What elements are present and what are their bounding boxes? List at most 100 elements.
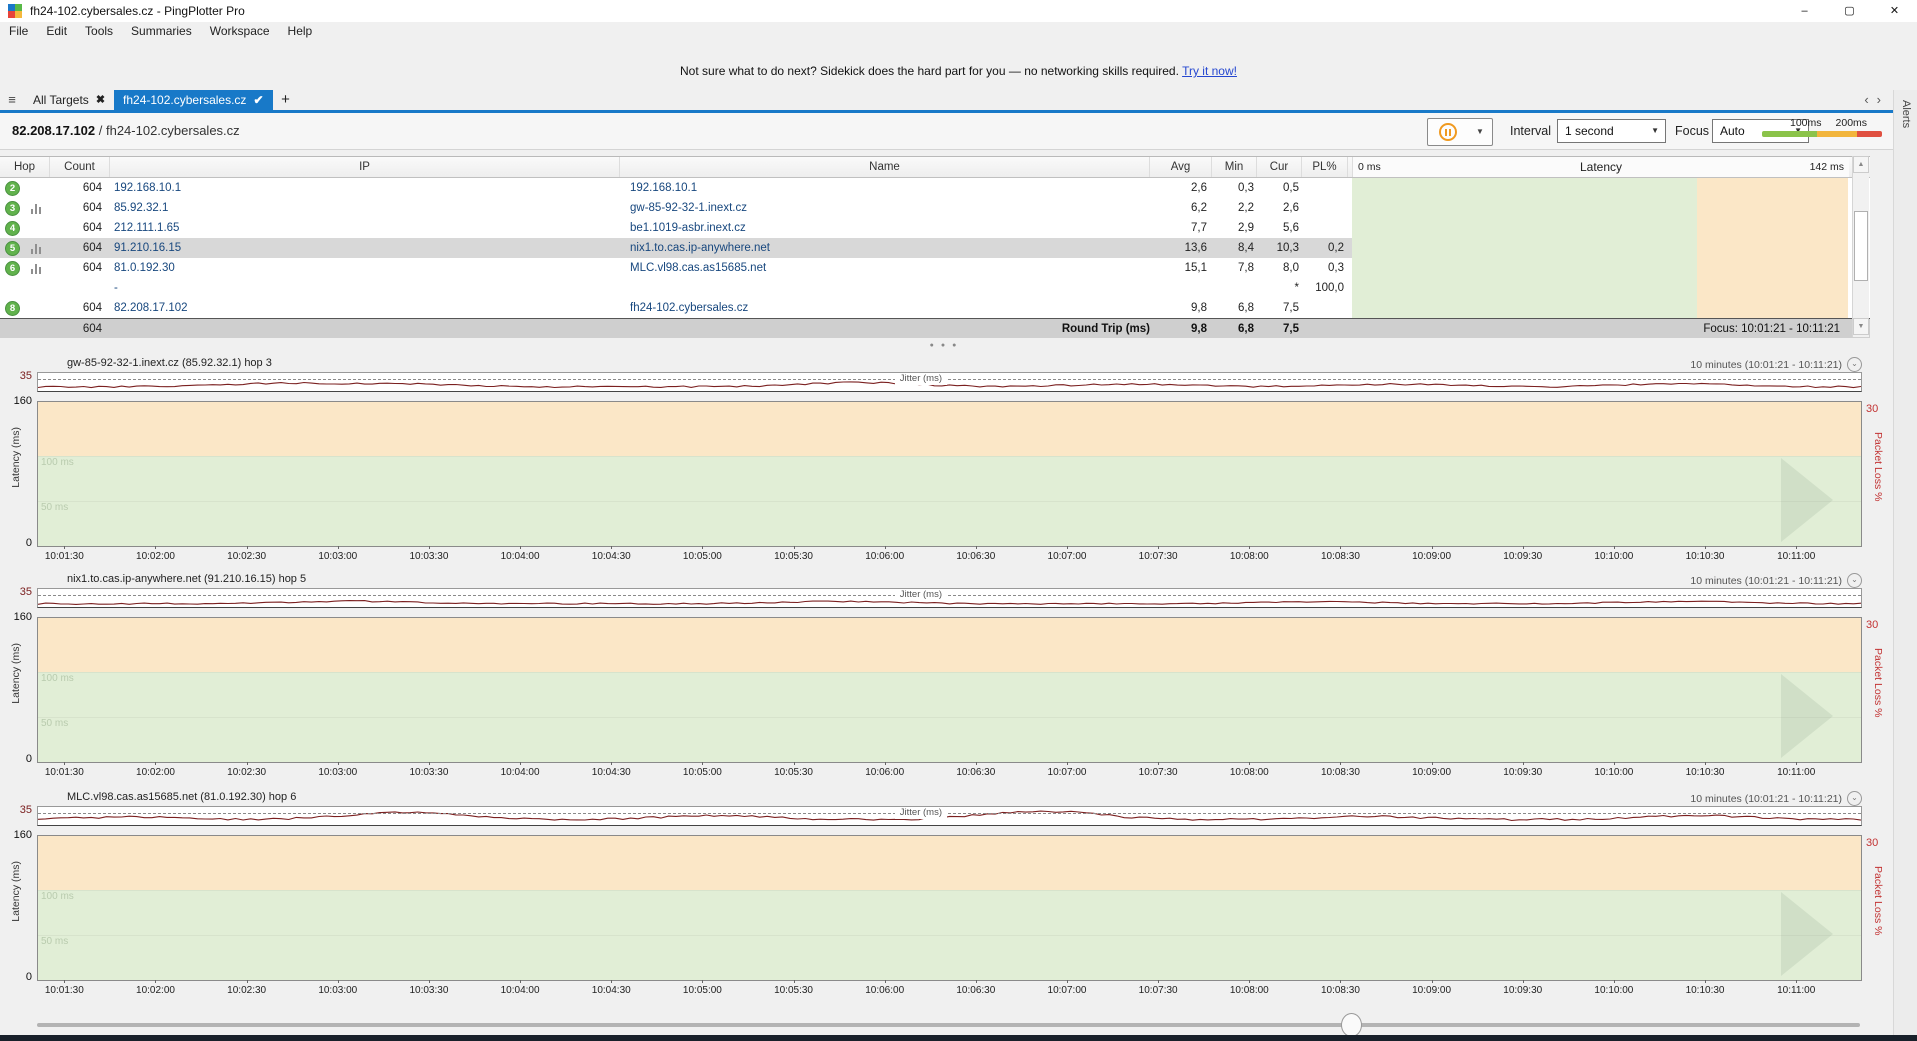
jitter-max-label: 35 <box>8 370 32 382</box>
latency-plot[interactable]: 100 ms 50 ms <box>37 835 1862 981</box>
time-tick-mark <box>611 980 612 983</box>
time-tick-mark <box>1432 980 1433 983</box>
count-cell: 604 <box>50 178 102 198</box>
jitter-trace-svg <box>38 807 1861 825</box>
alerts-sidebar[interactable]: Alerts <box>1893 90 1917 1041</box>
time-tick-mark <box>247 980 248 983</box>
pause-icon <box>1439 123 1457 141</box>
histogram-icon[interactable] <box>30 203 44 214</box>
timeline-scrollbar-track[interactable] <box>37 1023 1860 1027</box>
menu-edit[interactable]: Edit <box>37 22 76 40</box>
add-tab-button[interactable]: + <box>273 90 299 110</box>
header-name[interactable]: Name <box>620 157 1150 177</box>
menu-file[interactable]: File <box>0 22 37 40</box>
minimize-button[interactable]: – <box>1782 0 1827 22</box>
latency-min-label: 0 <box>8 537 32 549</box>
watermark-arrow-icon <box>1781 458 1833 542</box>
time-tick-label: 10:02:30 <box>227 767 266 778</box>
cur-cell: 0,5 <box>1259 178 1299 198</box>
header-hop[interactable]: Hop <box>0 157 50 177</box>
avg-cell: 9,8 <box>1150 298 1207 318</box>
target-address: 82.208.17.102 / fh24-102.cybersales.cz <box>12 113 240 149</box>
chevron-down-icon: ⌄ <box>1847 357 1862 372</box>
jitter-axis-label: Jitter (ms) <box>895 807 947 819</box>
time-tick-label: 10:02:30 <box>227 551 266 562</box>
close-button[interactable]: ✕ <box>1872 0 1917 22</box>
menu-help[interactable]: Help <box>279 22 322 40</box>
time-tick-label: 10:01:30 <box>45 551 84 562</box>
time-tick-mark <box>1249 762 1250 765</box>
scroll-left-icon[interactable]: ‹ <box>1864 92 1876 107</box>
gridline-50ms <box>38 935 1861 936</box>
histogram-icon[interactable] <box>30 243 44 254</box>
check-icon: ✔ <box>253 90 263 110</box>
count-cell: 604 <box>50 218 102 238</box>
gridline-100ms <box>38 672 1861 673</box>
time-tick-label: 10:02:00 <box>136 985 175 996</box>
pause-button[interactable] <box>1427 118 1469 146</box>
tab-all-targets[interactable]: All Targets ✖ <box>24 90 114 110</box>
hop-badge: 2 <box>5 181 20 196</box>
ip-cell: 192.168.10.1 <box>114 178 594 198</box>
footer-count: 604 <box>50 319 102 339</box>
histogram-icon[interactable] <box>30 263 44 274</box>
header-cur[interactable]: Cur <box>1257 157 1302 177</box>
table-vertical-scrollbar[interactable]: ▲ ▼ <box>1852 156 1869 337</box>
time-tick-mark <box>520 546 521 549</box>
scroll-right-icon[interactable]: › <box>1877 92 1889 107</box>
header-pl[interactable]: PL% <box>1302 157 1348 177</box>
bottom-edge <box>0 1035 1917 1041</box>
time-axis: 10:01:3010:02:0010:02:3010:03:0010:03:30… <box>37 983 1862 997</box>
cur-cell: 5,6 <box>1259 218 1299 238</box>
graph-range-selector[interactable]: 10 minutes (10:01:21 - 10:11:21) ⌄ <box>1690 791 1862 806</box>
timeline-scrollbar-thumb[interactable] <box>1341 1013 1362 1037</box>
hamburger-icon[interactable]: ≡ <box>0 90 24 110</box>
time-tick-mark <box>885 762 886 765</box>
time-tick-label: 10:04:00 <box>501 767 540 778</box>
packet-loss-axis-label: Packet Loss % <box>1872 432 1884 501</box>
interval-select[interactable]: 1 second ▼ <box>1557 119 1666 143</box>
time-tick-label: 10:06:30 <box>956 985 995 996</box>
header-ip[interactable]: IP <box>110 157 620 177</box>
jitter-strip[interactable]: Jitter (ms) <box>37 372 1862 392</box>
time-tick-label: 10:07:00 <box>1048 985 1087 996</box>
latency-overview-chart: ×××××× <box>1352 178 1848 318</box>
time-tick-label: 10:10:00 <box>1594 767 1633 778</box>
try-it-now-link[interactable]: Try it now! <box>1182 64 1237 78</box>
time-tick-label: 10:06:30 <box>956 551 995 562</box>
latency-plot[interactable]: 100 ms 50 ms <box>37 401 1862 547</box>
jitter-threshold-line <box>38 813 1861 814</box>
pause-dropdown-button[interactable]: ▼ <box>1468 118 1493 146</box>
jitter-strip[interactable]: Jitter (ms) <box>37 806 1862 826</box>
graph-range-selector[interactable]: 10 minutes (10:01:21 - 10:11:21) ⌄ <box>1690 357 1862 372</box>
close-tab-icon[interactable]: ✖ <box>96 90 105 110</box>
time-tick-label: 10:03:00 <box>318 767 357 778</box>
latency-max-label: 160 <box>8 829 32 841</box>
jitter-strip[interactable]: Jitter (ms) <box>37 588 1862 608</box>
menu-workspace[interactable]: Workspace <box>201 22 279 40</box>
warn-zone <box>38 402 1861 456</box>
header-avg[interactable]: Avg <box>1150 157 1212 177</box>
tab-all-targets-label: All Targets <box>33 90 89 110</box>
menu-tools[interactable]: Tools <box>76 22 122 40</box>
time-tick-label: 10:05:30 <box>774 551 813 562</box>
time-tick-mark <box>1796 762 1797 765</box>
scrollbar-thumb[interactable] <box>1854 211 1868 281</box>
graph-range-selector[interactable]: 10 minutes (10:01:21 - 10:11:21) ⌄ <box>1690 573 1862 588</box>
header-count[interactable]: Count <box>50 157 110 177</box>
menu-summaries[interactable]: Summaries <box>122 22 201 40</box>
scroll-up-icon[interactable]: ▲ <box>1853 156 1869 173</box>
header-min[interactable]: Min <box>1212 157 1257 177</box>
scroll-down-icon[interactable]: ▼ <box>1853 318 1869 335</box>
title-bar: fh24-102.cybersales.cz - PingPlotter Pro… <box>0 0 1917 22</box>
gridline-100ms <box>38 890 1861 891</box>
time-tick-mark <box>1614 980 1615 983</box>
jitter-trace-svg <box>38 373 1861 391</box>
tab-target-active[interactable]: fh24-102.cybersales.cz ✔ <box>114 90 272 110</box>
tab-scroll-arrows[interactable]: ‹› <box>1864 92 1889 107</box>
splitter-handle[interactable]: ●●● <box>0 342 1893 349</box>
maximize-button[interactable]: ▢ <box>1827 0 1872 22</box>
time-tick-mark <box>1067 762 1068 765</box>
target-ip: 82.208.17.102 <box>12 123 95 138</box>
latency-plot[interactable]: 100 ms 50 ms <box>37 617 1862 763</box>
